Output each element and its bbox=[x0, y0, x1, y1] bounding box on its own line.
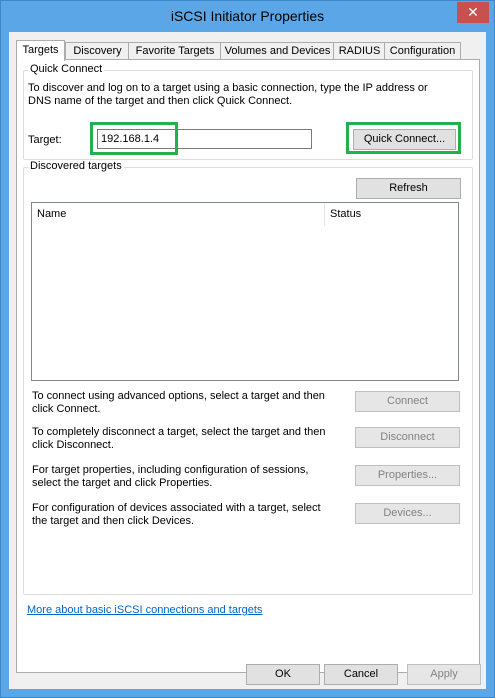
title-bar[interactable]: iSCSI Initiator Properties ✕ bbox=[1, 1, 494, 32]
dialog-client: Targets Discovery Favorite Targets Volum… bbox=[9, 32, 486, 689]
tab-configuration[interactable]: Configuration bbox=[384, 42, 461, 60]
quick-connect-highlight bbox=[346, 122, 461, 154]
refresh-button[interactable]: Refresh bbox=[356, 178, 461, 199]
properties-description: For target properties, including configu… bbox=[32, 464, 309, 489]
close-button[interactable]: ✕ bbox=[457, 2, 489, 23]
quick-connect-description: To discover and log on to a target using… bbox=[28, 82, 428, 107]
quick-connect-group: Quick Connect To discover and log on to … bbox=[23, 63, 473, 160]
discovered-targets-group-label: Discovered targets bbox=[28, 160, 124, 172]
tab-favorite-targets[interactable]: Favorite Targets bbox=[128, 42, 222, 60]
tab-volumes-and-devices[interactable]: Volumes and Devices bbox=[220, 42, 335, 60]
properties-button[interactable]: Properties... bbox=[355, 465, 460, 486]
column-header-status[interactable]: Status bbox=[325, 203, 458, 226]
tab-discovery[interactable]: Discovery bbox=[65, 42, 130, 60]
window-title: iSCSI Initiator Properties bbox=[170, 8, 325, 24]
devices-button[interactable]: Devices... bbox=[355, 503, 460, 524]
connect-button[interactable]: Connect bbox=[355, 391, 460, 412]
discovered-targets-group: Discovered targets Refresh Name Status T… bbox=[23, 160, 473, 595]
targets-tab-panel: Quick Connect To discover and log on to … bbox=[16, 59, 480, 673]
devices-description: For configuration of devices associated … bbox=[32, 502, 321, 527]
apply-button[interactable]: Apply bbox=[407, 664, 481, 685]
more-info-link[interactable]: More about basic iSCSI connections and t… bbox=[27, 604, 262, 616]
column-header-name[interactable]: Name bbox=[32, 203, 325, 226]
cancel-button[interactable]: Cancel bbox=[324, 664, 398, 685]
close-icon: ✕ bbox=[467, 4, 479, 20]
tab-radius[interactable]: RADIUS bbox=[333, 42, 386, 60]
quick-connect-group-label: Quick Connect bbox=[28, 63, 105, 75]
target-label: Target: bbox=[28, 134, 62, 146]
tab-targets[interactable]: Targets bbox=[16, 40, 65, 61]
targets-list[interactable]: Name Status bbox=[31, 202, 459, 381]
connect-description: To connect using advanced options, selec… bbox=[32, 390, 325, 415]
disconnect-description: To completely disconnect a target, selec… bbox=[32, 426, 326, 451]
disconnect-button[interactable]: Disconnect bbox=[355, 427, 460, 448]
target-input-highlight bbox=[90, 122, 178, 155]
dialog-window: iSCSI Initiator Properties ✕ Targets Dis… bbox=[0, 0, 495, 698]
ok-button[interactable]: OK bbox=[246, 664, 320, 685]
